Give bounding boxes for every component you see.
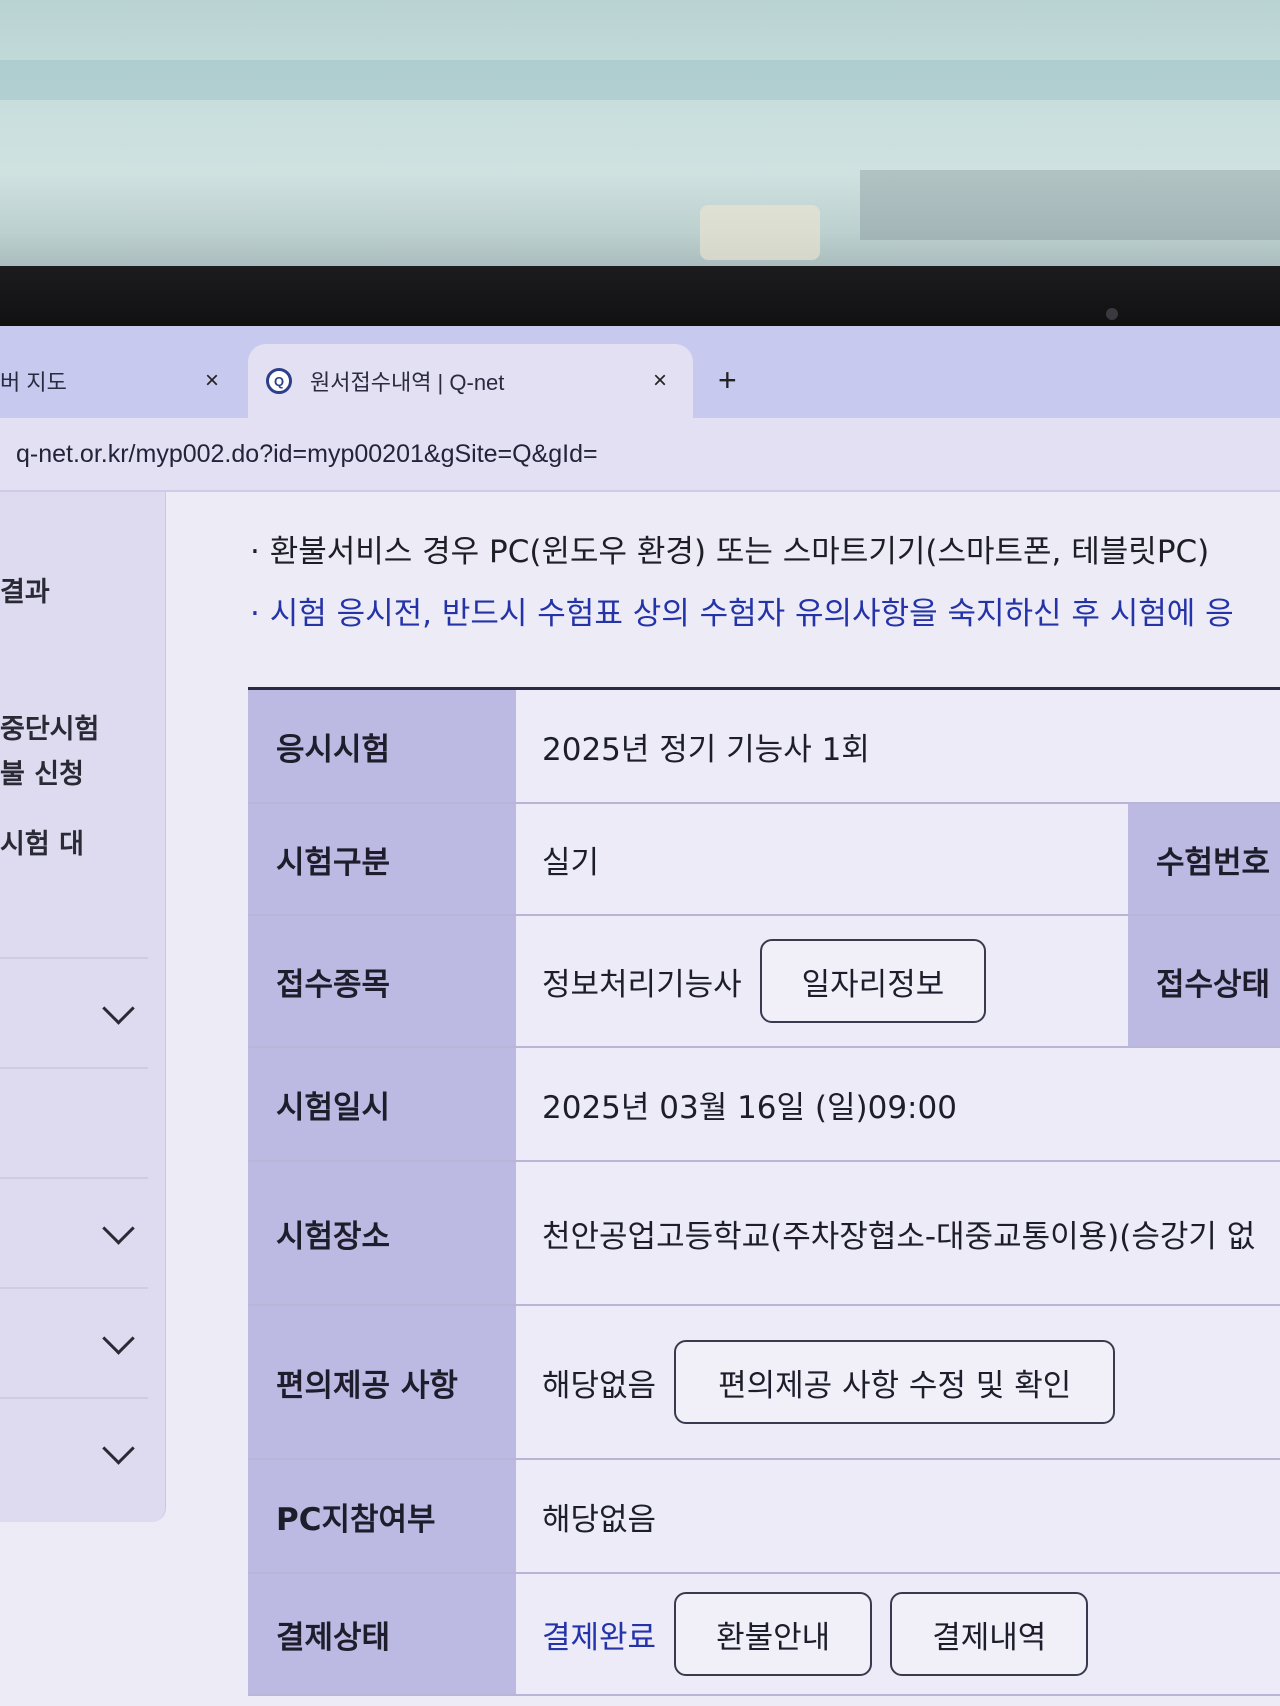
sidebar-menu-row[interactable]	[0, 1287, 148, 1399]
table-row: 시험일시 2025년 03월 16일 (일)09:00	[248, 1048, 1280, 1162]
background-blur	[0, 60, 1280, 100]
exam-number-label: 수험번호	[1128, 804, 1280, 914]
notice-refund: · 환불서비스 경우 PC(윈도우 환경) 또는 스마트기기(스마트폰, 테블릿…	[250, 534, 1210, 570]
convenience-value: 해당없음	[542, 1367, 657, 1404]
sidebar-menu-row[interactable]	[0, 1067, 148, 1179]
url-text[interactable]: q-net.or.kr/myp002.do?id=myp00201&gSite=…	[16, 440, 598, 469]
close-icon[interactable]: ×	[653, 367, 667, 395]
sidebar: 결과 중단시험 불 신청 시험 대	[0, 492, 166, 1522]
payment-status-value[interactable]: 결제완료	[542, 1612, 656, 1657]
exam-label: 응시시험	[248, 690, 516, 802]
tab-map[interactable]: 버 지도 ×	[0, 344, 245, 418]
page-content: 결과 중단시험 불 신청 시험 대 · 환불서비스 경우 PC(윈도우 환경) …	[0, 492, 1280, 1706]
sidebar-item-refund-request[interactable]: 불 신청	[0, 752, 84, 791]
chevron-down-icon[interactable]	[102, 1322, 135, 1355]
address-bar[interactable]: q-net.or.kr/myp002.do?id=myp00201&gSite=…	[0, 418, 1280, 492]
pc-carry-value: 해당없음	[516, 1460, 1280, 1572]
job-info-button[interactable]: 일자리정보	[759, 939, 987, 1023]
exam-item-value: 정보처리기능사	[542, 966, 742, 1003]
exam-value: 2025년 정기 기능사 1회	[516, 690, 1280, 802]
exam-place-value: 천안공업고등학교(주차장협소-대중교통이용)(승강기 없	[516, 1162, 1280, 1304]
background-railing	[860, 170, 1280, 240]
exam-type-value: 실기	[516, 804, 1128, 914]
convenience-cell: 해당없음 편의제공 사항 수정 및 확인	[516, 1306, 1280, 1458]
application-detail-table: 응시시험 2025년 정기 기능사 1회 시험구분 실기 수험번호 접수종목 정…	[248, 687, 1280, 1696]
chevron-down-icon[interactable]	[102, 1212, 135, 1245]
tab-label: 원서접수내역 | Q-net	[310, 370, 505, 395]
close-icon[interactable]: ×	[205, 367, 219, 395]
background-light	[700, 205, 820, 260]
exam-datetime-value: 2025년 03월 16일 (일)09:00	[516, 1048, 1280, 1160]
sidebar-item-result[interactable]: 결과	[0, 570, 50, 609]
table-row: 시험장소 천안공업고등학교(주차장협소-대중교통이용)(승강기 없	[248, 1162, 1280, 1306]
table-row: PC지참여부 해당없음	[248, 1460, 1280, 1574]
sidebar-menu-row[interactable]	[0, 957, 148, 1069]
new-tab-button[interactable]: +	[718, 362, 737, 399]
convenience-edit-button[interactable]: 편의제공 사항 수정 및 확인	[674, 1340, 1116, 1424]
exam-item-label: 접수종목	[248, 916, 516, 1046]
background-room	[0, 0, 1280, 290]
sidebar-menu-row[interactable]	[0, 1177, 148, 1289]
tab-application-history[interactable]: Q 원서접수내역 | Q-net ×	[248, 344, 693, 418]
notice-exam-caution: · 시험 응시전, 반드시 수험표 상의 수험자 유의사항을 숙지하신 후 시험…	[250, 596, 1234, 632]
table-row: 결제상태 결제완료 환불안내 결제내역	[248, 1574, 1280, 1696]
sidebar-menu-row[interactable]	[0, 1397, 148, 1509]
convenience-label: 편의제공 사항	[248, 1306, 516, 1458]
payment-status-label: 결제상태	[248, 1574, 516, 1694]
sidebar-item-stopped-exam[interactable]: 중단시험	[0, 707, 99, 746]
application-status-label: 접수상태	[1128, 916, 1280, 1046]
webcam-icon	[1106, 308, 1118, 320]
exam-place-label: 시험장소	[248, 1162, 516, 1304]
table-row: 시험구분 실기 수험번호	[248, 804, 1280, 916]
table-row: 편의제공 사항 해당없음 편의제공 사항 수정 및 확인	[248, 1306, 1280, 1460]
table-row: 접수종목 정보처리기능사 일자리정보 접수상태	[248, 916, 1280, 1048]
chevron-down-icon[interactable]	[102, 1432, 135, 1465]
exam-item-cell: 정보처리기능사 일자리정보	[516, 916, 1128, 1046]
payment-status-cell: 결제완료 환불안내 결제내역	[516, 1574, 1280, 1694]
exam-datetime-label: 시험일시	[248, 1048, 516, 1160]
browser-tab-strip: 버 지도 × Q 원서접수내역 | Q-net × +	[0, 326, 1280, 418]
exam-type-label: 시험구분	[248, 804, 516, 914]
payment-detail-button[interactable]: 결제내역	[890, 1592, 1089, 1676]
qnet-favicon-icon: Q	[266, 368, 292, 394]
pc-carry-label: PC지참여부	[248, 1460, 516, 1572]
sidebar-item-exam[interactable]: 시험 대	[0, 822, 84, 861]
refund-info-button[interactable]: 환불안내	[674, 1592, 873, 1676]
table-row: 응시시험 2025년 정기 기능사 1회	[248, 690, 1280, 804]
tab-label: 버 지도	[0, 370, 67, 395]
chevron-down-icon[interactable]	[102, 992, 135, 1025]
